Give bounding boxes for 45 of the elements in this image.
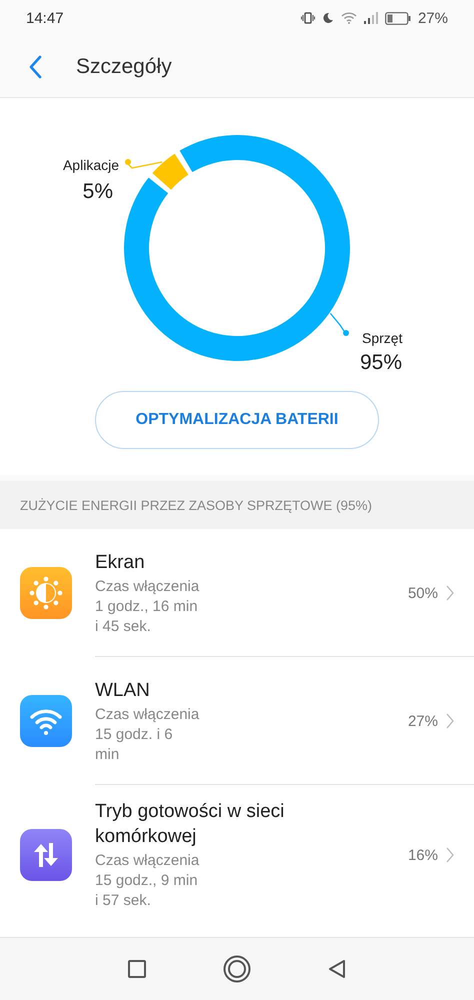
chart-value: 5% [82,180,113,203]
wifi-icon [340,12,357,24]
item-name: Ekran [95,550,146,574]
item-detail: i 45 sek. [95,616,152,636]
section-title: ZUŻYCIE ENERGII PRZEZ ZASOBY SPRZĘTOWE (95%) [20,498,372,512]
item-percent: 50% [408,584,438,602]
item-detail: Czas włączenia [95,704,200,724]
item-name: WLAN [95,678,151,702]
wifi-icon [20,695,72,747]
page-title: Szczegóły [76,54,172,78]
item-detail: Czas włączenia [95,851,200,871]
status-time: 14:47 [26,10,64,26]
home-icon[interactable] [222,955,251,983]
back-icon[interactable] [328,959,346,979]
item-detail: min [95,744,120,764]
optimize-battery-button[interactable]: OPTYMALIZACJA BATERII [95,391,379,449]
item-percent: 16% [408,846,438,864]
item-detail: 1 godz., 16 min [95,596,199,616]
chart-value: 95% [360,351,402,374]
chart-label: Sprzęt [362,330,402,346]
brightness-icon [20,567,72,619]
moon-icon [322,12,334,24]
recents-icon[interactable] [128,960,146,978]
chevron-icon [446,585,454,601]
usage-item[interactable]: Tryb gotowości w sieci komórkowej Czas włączenia 15 godz., 9 min i 57 sek. 16% [0,785,474,925]
vibrate-icon [300,12,315,24]
battery-percent: 27% [418,10,448,26]
chevron-icon [446,713,454,729]
chevron-icon [446,847,454,863]
legend-dot [343,330,349,336]
usage-item[interactable]: Ekran Czas włączenia 1 godz., 16 min i 45 sek. 50% [0,529,474,657]
signal-icon [364,12,378,24]
item-detail: Czas włączenia [95,576,200,596]
item-detail: 15 godz., 9 min [95,871,199,891]
item-detail: 15 godz. i 6 [95,724,174,744]
legend-dot [125,159,131,165]
chart-label: Aplikacje [62,157,119,173]
usage-item[interactable]: WLAN Czas włączenia 15 godz. i 6 min 27% [0,657,474,785]
arrows-icon [20,829,72,881]
battery-icon [384,12,411,24]
leader-line [128,161,162,169]
leader-line [330,312,345,332]
item-name: Tryb gotowości w sieci komórkowej [95,800,286,849]
item-percent: 27% [408,712,438,730]
item-detail: i 57 sek. [95,891,152,911]
